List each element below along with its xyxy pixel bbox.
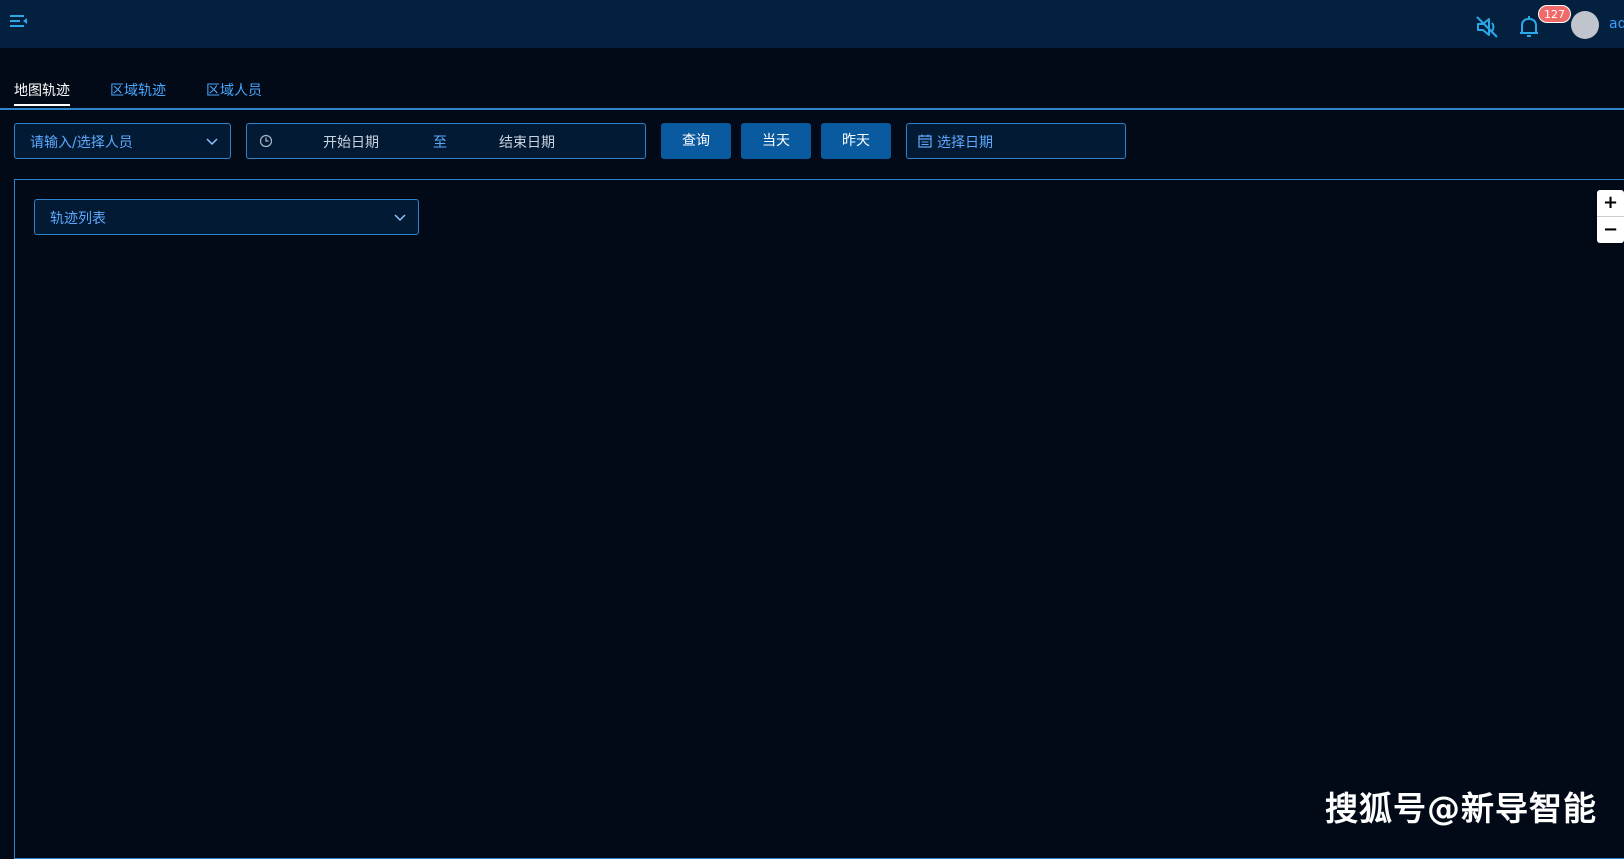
chevron-down-icon xyxy=(206,135,218,151)
person-select[interactable]: 请输入/选择人员 xyxy=(14,123,231,159)
calendar-icon xyxy=(918,134,932,152)
tab-area-personnel[interactable]: 区域人员 xyxy=(206,80,262,106)
top-bar: 127 admin xyxy=(0,0,1624,48)
zoom-in-button[interactable]: + xyxy=(1597,190,1624,217)
tab-bar: 地图轨迹 区域轨迹 区域人员 xyxy=(0,78,1624,110)
map-canvas[interactable] xyxy=(14,179,1624,859)
chevron-down-icon xyxy=(394,211,406,227)
notification-badge: 127 xyxy=(1538,5,1571,23)
track-list-label: 轨迹列表 xyxy=(50,211,106,227)
tab-map-track[interactable]: 地图轨迹 xyxy=(14,80,70,106)
start-date-input[interactable]: 开始日期 xyxy=(323,132,379,152)
zoom-control: + − xyxy=(1597,190,1624,243)
track-list-select[interactable]: 轨迹列表 xyxy=(34,199,419,235)
clock-icon xyxy=(259,134,273,152)
person-select-placeholder: 请输入/选择人员 xyxy=(30,135,133,151)
date-picker-placeholder: 选择日期 xyxy=(937,135,993,151)
date-range-picker[interactable]: 开始日期 至 结束日期 xyxy=(246,123,646,159)
range-separator: 至 xyxy=(433,135,447,151)
avatar[interactable] xyxy=(1571,11,1599,39)
date-picker[interactable]: 选择日期 xyxy=(906,123,1126,159)
menu-collapse-icon[interactable] xyxy=(10,14,28,30)
username[interactable]: admin xyxy=(1609,16,1624,32)
tab-area-track[interactable]: 区域轨迹 xyxy=(110,80,166,106)
today-button[interactable]: 当天 xyxy=(741,123,811,159)
mute-icon[interactable] xyxy=(1474,14,1500,40)
end-date-input[interactable]: 结束日期 xyxy=(499,132,555,152)
zoom-out-button[interactable]: − xyxy=(1597,217,1624,243)
watermark: 搜狐号@新导智能 xyxy=(1325,789,1597,828)
query-button[interactable]: 查询 xyxy=(661,123,731,159)
yesterday-button[interactable]: 昨天 xyxy=(821,123,891,159)
